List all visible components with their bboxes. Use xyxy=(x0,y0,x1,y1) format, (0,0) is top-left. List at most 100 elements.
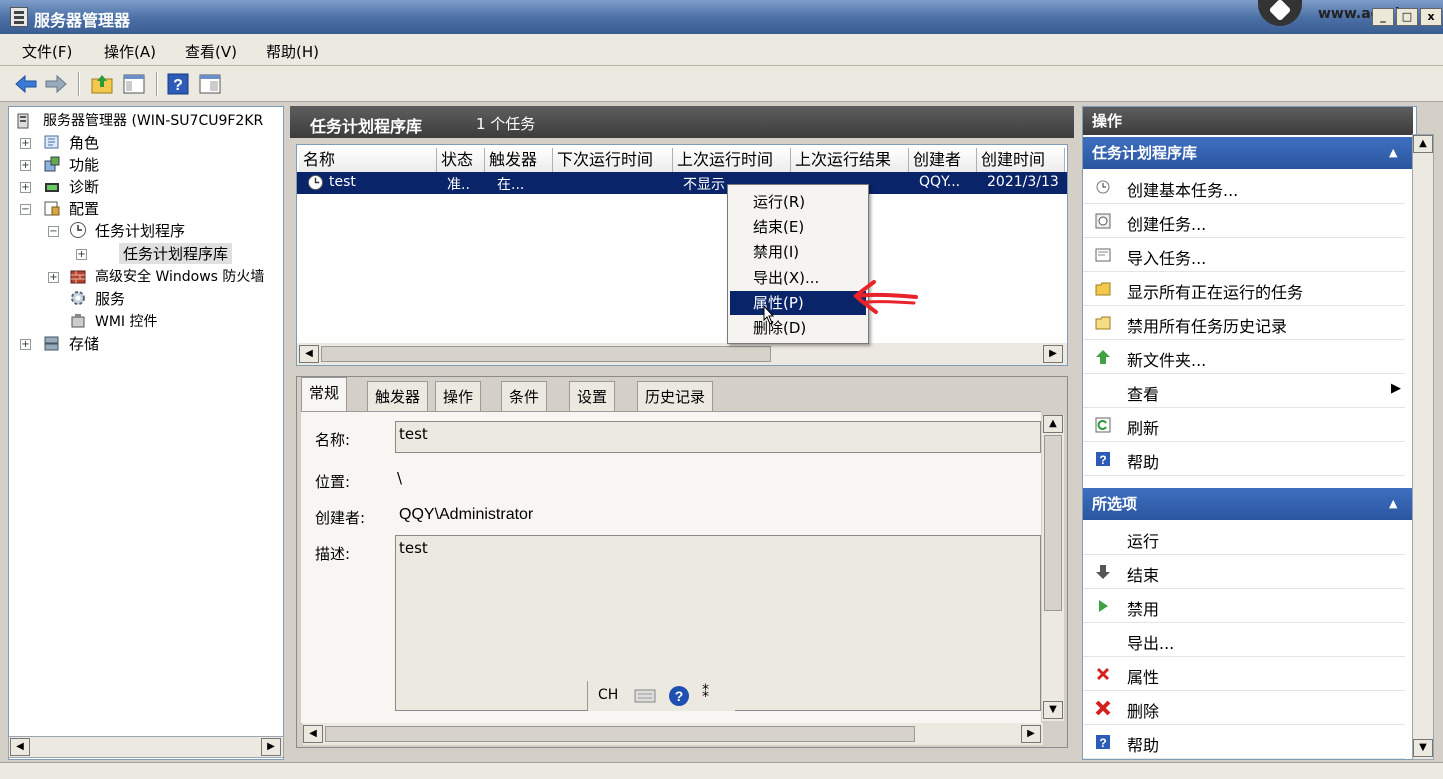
scroll-thumb[interactable] xyxy=(325,726,915,742)
details-vertical-scrollbar[interactable]: ▲ ▼ xyxy=(1042,415,1064,721)
scroll-left-button[interactable]: ◀ xyxy=(303,725,323,743)
menu-help[interactable]: 帮助(H) xyxy=(266,41,319,62)
scroll-down-button[interactable]: ▼ xyxy=(1413,739,1433,757)
tree-item-storage[interactable]: 存储 xyxy=(69,333,99,354)
diagnostics-icon xyxy=(45,183,59,192)
tree-horizontal-scrollbar[interactable]: ◀ ▶ xyxy=(8,736,284,758)
name-field[interactable]: test xyxy=(395,421,1041,453)
expand-toggle[interactable]: + xyxy=(20,339,31,350)
tab-general[interactable]: 常规 xyxy=(301,377,348,411)
action-properties[interactable]: 属性 xyxy=(1083,657,1405,691)
expand-toggle[interactable]: + xyxy=(20,138,31,149)
maximize-button[interactable]: □ xyxy=(1396,8,1418,26)
menu-file[interactable]: 文件(F) xyxy=(22,41,72,62)
back-icon[interactable] xyxy=(14,72,38,96)
action-import-task[interactable]: 导入任务... xyxy=(1083,238,1405,272)
expand-toggle[interactable]: + xyxy=(48,272,59,283)
tab-conditions[interactable]: 条件 xyxy=(501,381,548,411)
column-header-created[interactable]: 创建时间 xyxy=(977,148,1065,172)
tree-item-task-scheduler[interactable]: 任务计划程序 xyxy=(95,220,185,241)
tab-settings[interactable]: 设置 xyxy=(569,381,616,411)
column-header-author[interactable]: 创建者 xyxy=(909,148,977,172)
action-view[interactable]: 查看 ▶ xyxy=(1083,374,1405,408)
column-header-last-run[interactable]: 上次运行时间 xyxy=(673,148,791,172)
tree-item-diagnostics[interactable]: 诊断 xyxy=(69,176,99,197)
action-refresh[interactable]: 刷新 xyxy=(1083,408,1405,442)
menu-action[interactable]: 操作(A) xyxy=(104,41,156,62)
keyboard-icon[interactable] xyxy=(634,687,656,705)
scroll-up-button[interactable]: ▲ xyxy=(1413,135,1433,153)
action-new-folder[interactable]: 新文件夹... xyxy=(1083,340,1405,374)
context-menu-run[interactable]: 运行(R) xyxy=(730,190,866,214)
expand-toggle[interactable]: + xyxy=(20,160,31,171)
tab-history[interactable]: 历史记录 xyxy=(637,381,714,411)
action-create-basic-task[interactable]: 创建基本任务... xyxy=(1083,170,1405,204)
ime-options-icon[interactable]: ⁑ xyxy=(702,685,709,701)
collapse-toggle[interactable]: − xyxy=(20,204,31,215)
expand-toggle[interactable]: + xyxy=(20,182,31,193)
section-header-selected-item[interactable]: 所选项 ▲ xyxy=(1083,488,1413,520)
section-header-library[interactable]: 任务计划程序库 ▲ xyxy=(1083,137,1413,169)
column-header-next-run[interactable]: 下次运行时间 xyxy=(553,148,673,172)
tab-actions[interactable]: 操作 xyxy=(435,381,482,411)
action-disable[interactable]: 禁用 xyxy=(1083,589,1405,623)
tab-triggers[interactable]: 触发器 xyxy=(367,381,429,411)
action-end[interactable]: 结束 xyxy=(1083,555,1405,589)
tree-item-configuration[interactable]: 配置 xyxy=(69,198,99,219)
context-menu-end[interactable]: 结束(E) xyxy=(730,215,866,239)
show-hide-action-pane-icon[interactable] xyxy=(198,72,222,96)
details-horizontal-scrollbar[interactable]: ◀ ▶ xyxy=(303,723,1043,745)
minimize-button[interactable]: _ xyxy=(1372,8,1394,26)
svg-text:?: ? xyxy=(1099,453,1106,467)
cell-name: test xyxy=(329,174,356,190)
collapse-icon[interactable]: ▲ xyxy=(1389,137,1397,169)
column-header-last-result[interactable]: 上次运行结果 xyxy=(791,148,909,172)
scroll-left-button[interactable]: ◀ xyxy=(10,738,30,756)
column-header-name[interactable]: 名称 xyxy=(299,148,437,172)
close-button[interactable]: x xyxy=(1420,8,1442,26)
tree-root[interactable]: 服务器管理器 (WIN-SU7CU9F2KR xyxy=(43,110,263,130)
column-header-status[interactable]: 状态 xyxy=(437,148,485,172)
action-export[interactable]: 导出... xyxy=(1083,623,1405,657)
tree-item-wmi-control[interactable]: WMI 控件 xyxy=(95,311,158,331)
scroll-left-button[interactable]: ◀ xyxy=(299,345,319,363)
action-create-task[interactable]: 创建任务... xyxy=(1083,204,1405,238)
tree-item-roles[interactable]: 角色 xyxy=(69,132,99,153)
action-run[interactable]: 运行 xyxy=(1083,521,1405,555)
context-menu-export[interactable]: 导出(X)... xyxy=(730,266,866,290)
scroll-thumb[interactable] xyxy=(321,346,771,362)
tree-item-task-scheduler-library[interactable]: 任务计划程序库 xyxy=(119,243,233,264)
expand-toggle[interactable]: + xyxy=(76,249,87,260)
table-row[interactable]: test 准.. 在... 不显示 QQY... 2021/3/13 xyxy=(297,172,1067,194)
context-menu-delete[interactable]: 删除(D) xyxy=(730,316,866,340)
action-show-running-tasks[interactable]: 显示所有正在运行的任务 xyxy=(1083,272,1405,306)
action-help[interactable]: ? 帮助 xyxy=(1083,442,1405,476)
menu-view[interactable]: 查看(V) xyxy=(185,41,237,62)
show-hide-tree-icon[interactable] xyxy=(122,72,146,96)
tree-item-firewall[interactable]: 高级安全 Windows 防火墙 xyxy=(95,266,264,286)
ime-help-icon[interactable]: ? xyxy=(668,685,690,707)
context-menu-disable[interactable]: 禁用(I) xyxy=(730,240,866,264)
scroll-up-button[interactable]: ▲ xyxy=(1043,415,1063,433)
column-header-trigger[interactable]: 触发器 xyxy=(485,148,553,172)
collapse-toggle[interactable]: − xyxy=(48,226,59,237)
action-disable-history[interactable]: 禁用所有任务历史记录 xyxy=(1083,306,1405,340)
up-folder-icon[interactable] xyxy=(90,72,114,96)
ime-language[interactable]: CH xyxy=(598,687,618,703)
scroll-right-button[interactable]: ▶ xyxy=(261,738,281,756)
tree-item-services[interactable]: 服务 xyxy=(95,288,125,309)
action-delete[interactable]: 删除 xyxy=(1083,691,1405,725)
task-list-horizontal-scrollbar[interactable]: ◀ ▶ xyxy=(297,343,1067,365)
scroll-down-button[interactable]: ▼ xyxy=(1043,701,1063,719)
scroll-thumb[interactable] xyxy=(1044,435,1062,611)
context-menu-properties[interactable]: 属性(P) xyxy=(730,291,866,315)
mouse-cursor-icon xyxy=(763,304,775,325)
scroll-right-button[interactable]: ▶ xyxy=(1043,345,1063,363)
tree-item-features[interactable]: 功能 xyxy=(69,154,99,175)
help-icon[interactable]: ? xyxy=(166,72,190,96)
actions-vertical-scrollbar[interactable]: ▲ ▼ xyxy=(1412,134,1434,760)
action-help-selected[interactable]: ? 帮助 xyxy=(1083,725,1405,759)
forward-icon[interactable] xyxy=(44,72,68,96)
collapse-icon[interactable]: ▲ xyxy=(1389,488,1397,520)
scroll-right-button[interactable]: ▶ xyxy=(1021,725,1041,743)
